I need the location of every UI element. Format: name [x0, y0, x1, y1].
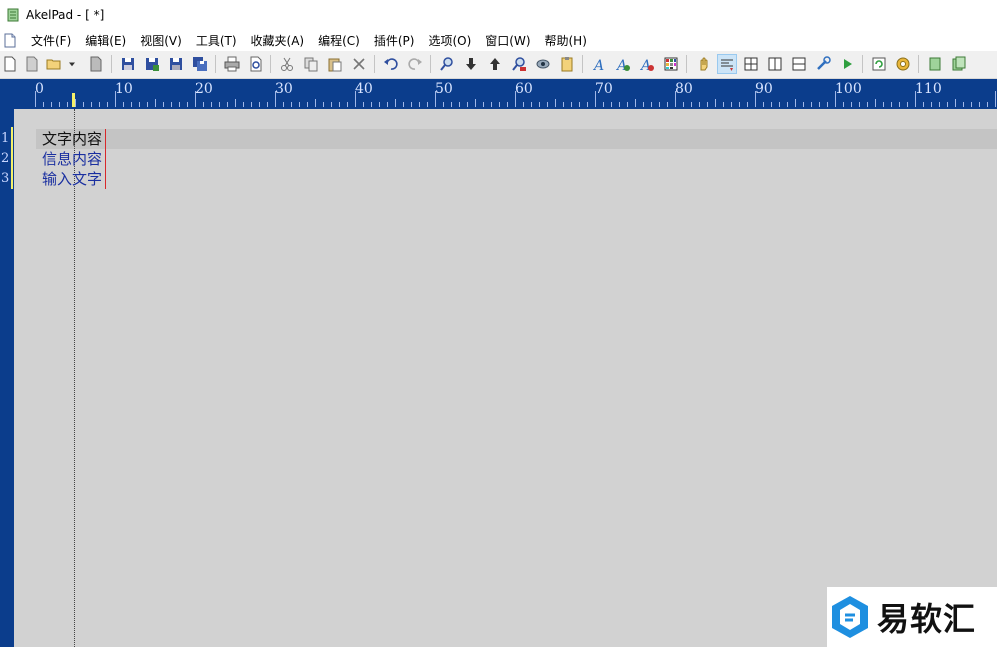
ruler-label: 30	[275, 81, 293, 97]
run-icon[interactable]	[837, 54, 857, 74]
save-as-icon[interactable]	[142, 54, 162, 74]
akelpad-app-icon	[7, 8, 19, 22]
selection-caret	[105, 129, 106, 189]
save-all-alt-icon[interactable]	[190, 54, 210, 74]
delete-icon[interactable]	[349, 54, 369, 74]
menu-bar: 文件(F) 编辑(E) 视图(V) 工具(T) 收藏夹(A) 编程(C) 插件(…	[0, 30, 997, 51]
ruler-label: 0	[35, 81, 44, 97]
menu-view[interactable]: 视图(V)	[133, 32, 189, 49]
toolbar: A A A	[0, 51, 997, 79]
watermark-text: 易软汇	[877, 600, 977, 638]
line-number: 1	[1, 131, 10, 146]
text-line[interactable]: 输入文字	[42, 169, 102, 189]
menu-tools[interactable]: 工具(T)	[189, 32, 244, 49]
text-line[interactable]: 信息内容	[42, 149, 102, 169]
ruler-label: 60	[515, 81, 533, 97]
ruler-label: 10	[115, 81, 133, 97]
document-icon[interactable]	[3, 33, 17, 48]
menu-options[interactable]: 选项(O)	[421, 32, 478, 49]
menu-help[interactable]: 帮助(H)	[538, 32, 594, 49]
copy-icon[interactable]	[301, 54, 321, 74]
line-number: 2	[1, 151, 10, 166]
notepad-icon[interactable]	[925, 54, 945, 74]
title-bar: AkelPad - [ *]	[0, 0, 997, 30]
ruler-label: 110	[915, 81, 942, 97]
menu-coding[interactable]: 编程(C)	[311, 32, 367, 49]
line-number: 3	[1, 171, 10, 186]
ruler-label: 80	[675, 81, 693, 97]
word-wrap-icon[interactable]	[717, 54, 737, 74]
cut-icon[interactable]	[277, 54, 297, 74]
menu-favorites[interactable]: 收藏夹(A)	[244, 32, 312, 49]
goto-icon[interactable]	[533, 54, 553, 74]
find-down-icon[interactable]	[461, 54, 481, 74]
ruler-label: 70	[595, 81, 613, 97]
save-icon[interactable]	[118, 54, 138, 74]
split-horizontal-icon[interactable]	[789, 54, 809, 74]
find-icon[interactable]	[437, 54, 457, 74]
undo-icon[interactable]	[381, 54, 401, 74]
split-vertical-icon[interactable]	[765, 54, 785, 74]
split-four-icon[interactable]	[741, 54, 761, 74]
current-line-highlight	[36, 129, 997, 149]
margin-guide-line	[74, 109, 75, 647]
modified-lines-marker	[11, 127, 13, 189]
recent-file-icon[interactable]	[86, 54, 106, 74]
line-number-gutter: 1 2 3	[0, 109, 14, 647]
window-title: AkelPad - [ *]	[26, 8, 105, 22]
svg-text:A: A	[592, 58, 604, 72]
new-file-icon[interactable]	[0, 54, 20, 74]
font-color-icon[interactable]: A	[637, 54, 657, 74]
blank-file-icon[interactable]	[22, 54, 42, 74]
print-icon[interactable]	[222, 54, 242, 74]
ruler-label: 40	[355, 81, 373, 97]
settings-gear-icon[interactable]	[893, 54, 913, 74]
menu-edit[interactable]: 编辑(E)	[78, 32, 133, 49]
editor-area[interactable]: 1 2 3 文字内容 信息内容 输入文字	[0, 109, 997, 647]
wrench-icon[interactable]	[813, 54, 833, 74]
replace-icon[interactable]	[509, 54, 529, 74]
find-up-icon[interactable]	[485, 54, 505, 74]
clipboard-icon[interactable]	[557, 54, 577, 74]
column-ruler[interactable]: 0 10 20 30 40 50 60 70 80 90 100 110	[0, 79, 997, 109]
watermark: 易软汇	[827, 587, 997, 647]
menu-window[interactable]: 窗口(W)	[478, 32, 537, 49]
redo-icon[interactable]	[405, 54, 425, 74]
menu-file[interactable]: 文件(F)	[24, 32, 78, 49]
font-icon[interactable]: A	[589, 54, 609, 74]
refresh-icon[interactable]	[869, 54, 889, 74]
menu-plugins[interactable]: 插件(P)	[367, 32, 422, 49]
ruler-caret-marker	[72, 93, 75, 107]
paste-icon[interactable]	[325, 54, 345, 74]
print-preview-icon[interactable]	[246, 54, 266, 74]
open-folder-icon[interactable]	[44, 54, 64, 74]
save-all-icon[interactable]	[166, 54, 186, 74]
watermark-logo-icon	[832, 596, 868, 638]
text-line[interactable]: 文字内容	[42, 129, 102, 149]
ruler-label: 20	[195, 81, 213, 97]
dropdown-arrow-icon[interactable]	[66, 54, 78, 74]
notepad-multi-icon[interactable]	[949, 54, 969, 74]
ruler-label: 50	[435, 81, 453, 97]
ruler-label: 90	[755, 81, 773, 97]
hand-icon[interactable]	[693, 54, 713, 74]
grid-icon[interactable]	[661, 54, 681, 74]
font-bold-icon[interactable]: A	[613, 54, 633, 74]
ruler-label: 100	[835, 81, 862, 97]
